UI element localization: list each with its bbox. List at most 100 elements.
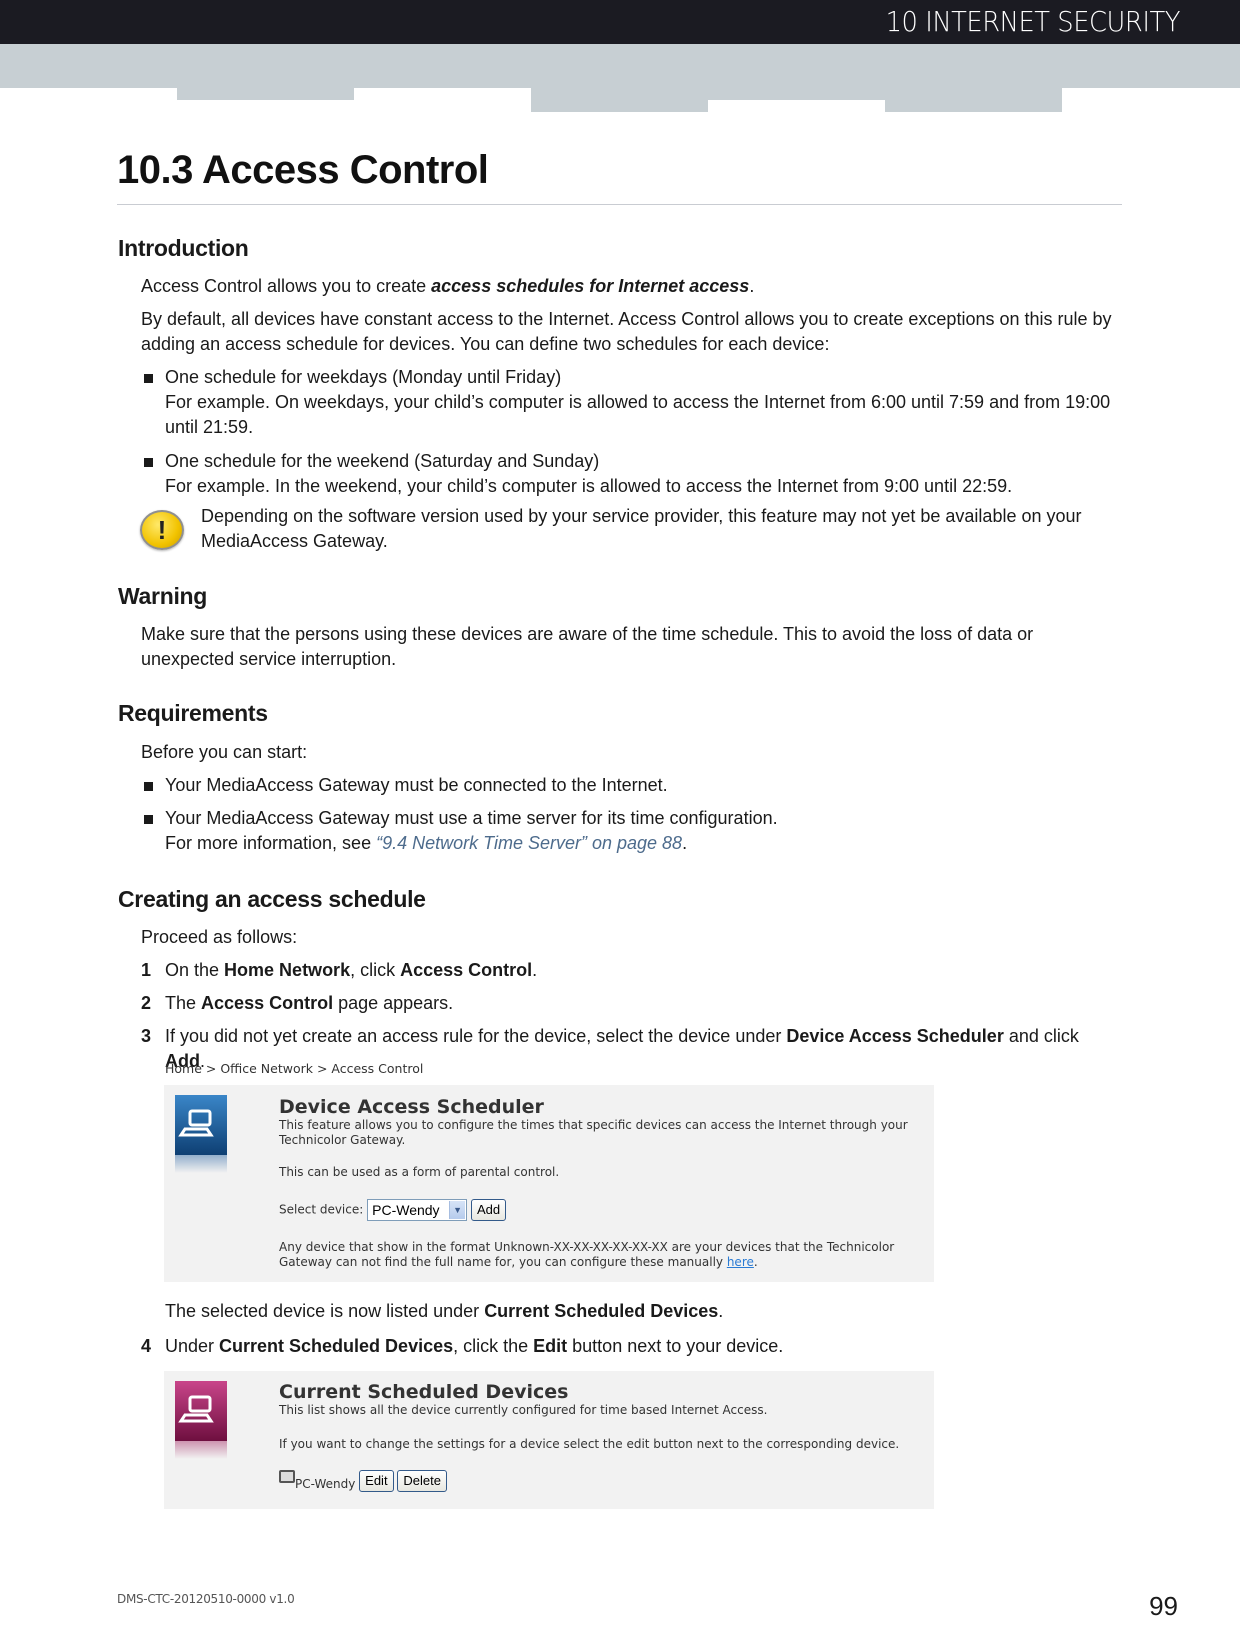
emphasis: access schedules for Internet access xyxy=(431,276,750,296)
add-button[interactable]: Add xyxy=(470,1199,507,1221)
device-select[interactable]: PC-Wendy ▼ xyxy=(367,1199,468,1221)
chapter-title: 10 INTERNET SECURITY xyxy=(885,5,1181,38)
step-text: On the Home Network, click Access Contro… xyxy=(165,958,1121,983)
panel-description: This list shows all the device currently… xyxy=(279,1403,768,1417)
here-link[interactable]: here xyxy=(727,1255,754,1269)
bullet-line: Your MediaAccess Gateway must be connect… xyxy=(165,775,668,795)
bullet-line: Your MediaAccess Gateway must use a time… xyxy=(165,808,778,828)
icon-reflection xyxy=(175,1155,227,1173)
select-device-row: Select device: PC-Wendy ▼ Add xyxy=(279,1199,919,1221)
edit-button[interactable]: Edit xyxy=(359,1470,394,1492)
bullet-icon xyxy=(144,374,153,383)
page-title: 10.3 Access Control xyxy=(117,148,489,192)
intro-paragraph-2: By default, all devices have constant ac… xyxy=(141,309,1112,354)
ui-term: Current Scheduled Devices xyxy=(219,1336,454,1356)
text: . xyxy=(532,960,538,980)
bullet-line: For more information, see “9.4 Network T… xyxy=(165,831,1121,856)
list-item: One schedule for weekdays (Monday until … xyxy=(141,365,1121,440)
warning-icon: ! xyxy=(140,510,184,550)
text: . xyxy=(753,1255,758,1269)
text: The xyxy=(165,993,202,1013)
bullet-line: One schedule for weekdays (Monday until … xyxy=(165,367,562,387)
bullet-line: For example. In the weekend, your child’… xyxy=(165,476,1013,496)
step-number: 4 xyxy=(141,1336,152,1356)
text: . xyxy=(718,1301,724,1321)
current-scheduled-devices-panel: Current Scheduled Devices This list show… xyxy=(164,1371,934,1509)
text: and click xyxy=(1003,1026,1079,1046)
selected-value: PC-Wendy xyxy=(372,1202,440,1218)
document-id: DMS-CTC-20120510-0000 v1.0 xyxy=(117,1592,295,1606)
text: , click xyxy=(350,960,401,980)
step-item: 4 Under Current Scheduled Devices, click… xyxy=(141,1334,1121,1359)
bullet-icon xyxy=(144,458,153,467)
chevron-down-icon[interactable]: ▼ xyxy=(449,1201,466,1219)
text: , click the xyxy=(453,1336,534,1356)
devices-icon xyxy=(175,1095,227,1173)
device-name: PC-Wendy xyxy=(295,1477,356,1491)
cross-reference-link[interactable]: “9.4 Network Time Server” on page 88 xyxy=(376,833,682,853)
header-decoration-band xyxy=(0,44,1240,88)
panel-title: Device Access Scheduler xyxy=(279,1096,544,1118)
section-heading-introduction: Introduction xyxy=(118,235,249,261)
bullet-icon xyxy=(144,815,153,824)
section-heading-requirements: Requirements xyxy=(118,700,268,726)
step-text: Under Current Scheduled Devices, click t… xyxy=(165,1334,1121,1359)
text: . xyxy=(682,833,688,853)
breadcrumb: Home > Office Network > Access Control xyxy=(165,1061,424,1076)
header-decoration-tab xyxy=(885,88,1062,112)
panel-description: This feature allows you to configure the… xyxy=(279,1118,908,1147)
step-number: 3 xyxy=(141,1026,152,1046)
text: The selected device is now listed under xyxy=(165,1301,485,1321)
step-item: 1 On the Home Network, click Access Cont… xyxy=(141,958,1121,983)
panel-title: Current Scheduled Devices xyxy=(279,1381,569,1403)
text: If you did not yet create an access rule… xyxy=(165,1026,787,1046)
computer-icon xyxy=(279,1470,295,1483)
list-item: One schedule for the weekend (Saturday a… xyxy=(141,449,1121,499)
step-text: The Access Control page appears. xyxy=(165,991,1121,1016)
text: page appears. xyxy=(333,993,454,1013)
select-device-label: Select device: xyxy=(279,1202,364,1217)
page-number: 99 xyxy=(1149,1591,1178,1621)
bullet-icon xyxy=(144,782,153,791)
panel-hint: If you want to change the settings for a… xyxy=(279,1437,900,1451)
ui-term: Access Control xyxy=(201,993,334,1013)
section-heading-creating: Creating an access schedule xyxy=(118,886,426,912)
ui-term: Device Access Scheduler xyxy=(786,1026,1004,1046)
list-item: Your MediaAccess Gateway must be connect… xyxy=(141,773,1121,798)
warning-paragraph: Make sure that the persons using these d… xyxy=(141,624,1034,669)
text: . xyxy=(749,276,755,296)
step-number: 2 xyxy=(141,993,152,1013)
creating-intro: Proceed as follows: xyxy=(141,927,298,947)
after-step-3-text: The selected device is now listed under … xyxy=(165,1299,1145,1324)
intro-paragraph-1: Access Control allows you to create acce… xyxy=(141,274,1121,299)
section-heading-warning: Warning xyxy=(118,583,208,609)
ui-term: Home Network xyxy=(224,960,351,980)
text: On the xyxy=(165,960,225,980)
text: Any device that show in the format Unkno… xyxy=(279,1240,895,1269)
text: Access Control allows you to create xyxy=(141,276,432,296)
delete-button[interactable]: Delete xyxy=(397,1470,447,1492)
title-divider xyxy=(117,204,1122,205)
bullet-line: One schedule for the weekend (Saturday a… xyxy=(165,451,600,471)
chapter-header-bar: 10 INTERNET SECURITY xyxy=(0,0,1240,44)
requirements-intro: Before you can start: xyxy=(141,742,308,762)
text: For more information, see xyxy=(165,833,377,853)
devices-icon xyxy=(175,1381,227,1459)
step-item: 2 The Access Control page appears. xyxy=(141,991,1121,1016)
list-item: Your MediaAccess Gateway must use a time… xyxy=(141,806,1121,856)
device-access-scheduler-panel: Device Access Scheduler This feature all… xyxy=(164,1085,934,1282)
ui-term: Edit xyxy=(533,1336,568,1356)
text: Under xyxy=(165,1336,220,1356)
icon-reflection xyxy=(175,1441,227,1459)
header-decoration-tab xyxy=(177,88,354,100)
ui-term: Current Scheduled Devices xyxy=(484,1301,719,1321)
step-number: 1 xyxy=(141,960,152,980)
bullet-line: For example. On weekdays, your child’s c… xyxy=(165,392,1111,437)
panel-parental-note: This can be used as a form of parental c… xyxy=(279,1165,560,1179)
text: button next to your device. xyxy=(567,1336,784,1356)
unknown-device-note: Any device that show in the format Unkno… xyxy=(279,1240,919,1270)
scheduled-device-row: PC-Wendy Edit Delete xyxy=(279,1470,919,1492)
ui-term: Access Control xyxy=(400,960,533,980)
note-text: Depending on the software version used b… xyxy=(201,506,1082,551)
header-decoration-tab xyxy=(531,88,708,112)
